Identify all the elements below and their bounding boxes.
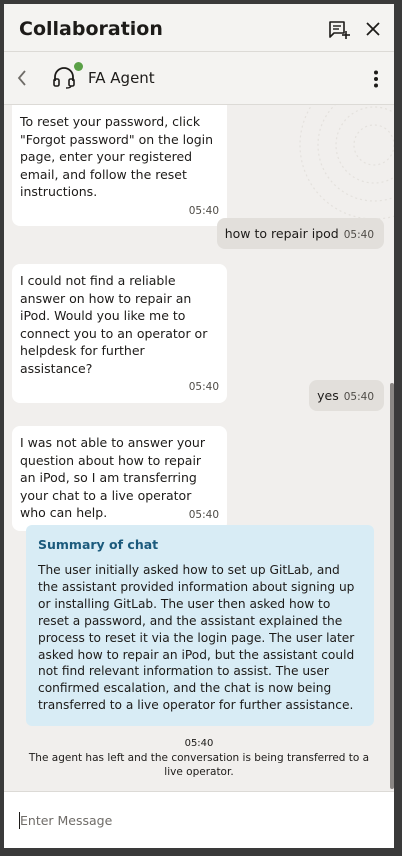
message-time: 05:40 [188,204,219,217]
text-cursor [19,812,20,829]
bot-message: To reset your password, click "Forgot pa… [12,105,227,226]
message-text: To reset your password, click "Forgot pa… [20,114,214,199]
message-time: 05:40 [188,509,219,521]
background-pattern [299,105,394,220]
new-conversation-icon[interactable] [328,20,350,44]
message-time: 05:40 [188,381,219,393]
panel-title: Collaboration [19,18,163,40]
collaboration-panel: Collaboration FA Agent To reset your pas… [4,4,394,848]
message-text: I was not able to answer your question a… [20,435,205,520]
close-icon[interactable] [366,21,380,40]
message-text: I could not find a reliable answer on ho… [20,273,208,376]
message-text: yes [317,388,339,403]
panel-header: Collaboration [4,4,394,52]
summary-text: The user initially asked how to set up G… [38,563,355,713]
bot-message: I could not find a reliable answer on ho… [12,264,227,403]
agent-bar: FA Agent [4,52,394,105]
chat-transcript[interactable]: To reset your password, click "Forgot pa… [4,105,394,792]
message-input[interactable] [19,808,380,832]
message-composer [4,791,394,848]
message-text: how to repair ipod [224,226,339,241]
user-message: how to repair ipod 05:40 [216,218,384,249]
online-status-indicator [74,62,83,71]
system-message: The agent has left and the conversation … [28,752,370,778]
headset-icon [52,66,78,94]
chat-summary-card: Summary of chat The user initially asked… [26,525,374,726]
chat-scrollbar[interactable] [390,383,394,789]
agent-name: FA Agent [88,69,155,87]
chevron-left-icon[interactable] [17,70,27,90]
user-message: yes 05:40 [309,380,384,411]
message-time: 05:40 [343,229,374,241]
summary-title: Summary of chat [38,537,159,552]
bot-message: I was not able to answer your question a… [12,426,227,531]
message-time: 05:40 [343,391,374,403]
system-message-time: 05:40 [184,738,214,749]
vertical-ellipsis-icon[interactable] [373,70,379,92]
